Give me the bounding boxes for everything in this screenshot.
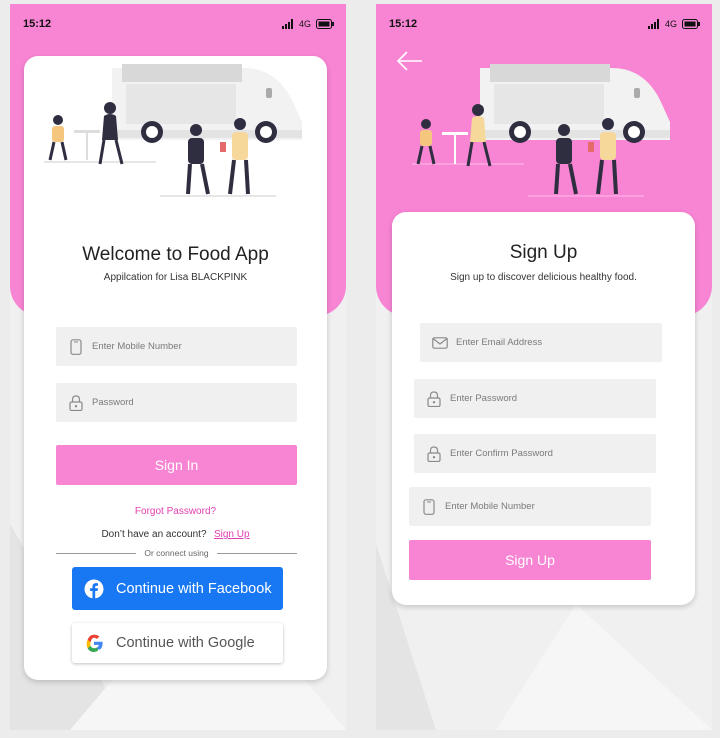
page-title: Welcome to Food App (82, 244, 269, 265)
signup-card: Sign Up Sign up to discover delicious he… (392, 212, 695, 605)
mobile-number-input[interactable] (92, 341, 282, 352)
battery-icon (682, 19, 700, 29)
password-field[interactable] (414, 379, 656, 418)
email-input[interactable] (456, 337, 646, 348)
signup-link[interactable]: Sign Up (214, 529, 250, 540)
status-time: 15:12 (23, 18, 52, 30)
signin-card: Welcome to Food App Appilcation for Lisa… (24, 56, 327, 680)
page-subtitle: Appilcation for Lisa BLACKPINK (103, 272, 248, 283)
signal-icon (281, 19, 293, 29)
facebook-button-label: Continue with Facebook (116, 580, 272, 597)
divider-line-right (216, 552, 298, 554)
google-icon (86, 634, 103, 652)
signup-prompt-row: Don’t have an account? Sign Up (24, 524, 327, 542)
google-login-button[interactable]: Continue with Google (72, 623, 283, 663)
lock-icon (426, 390, 442, 407)
page-subtitle: Sign up to discover delicious healthy fo… (450, 272, 637, 283)
page-title: Sign Up (509, 242, 578, 263)
facebook-icon (84, 579, 104, 598)
mobile-number-input[interactable] (445, 501, 635, 512)
lock-icon (426, 445, 442, 462)
forgot-password-row: Forgot Password? (24, 501, 327, 519)
status-bar: 15:12 4G (23, 16, 334, 32)
divider-line-left (56, 552, 137, 554)
signal-icon (647, 19, 659, 29)
confirm-password-field[interactable] (414, 434, 656, 473)
status-bar: 15:12 4G (389, 16, 700, 32)
status-time: 15:12 (389, 18, 418, 30)
mail-icon (432, 335, 448, 351)
confirm-password-input[interactable] (450, 448, 640, 459)
connect-divider: Or connect using (56, 547, 298, 559)
network-label: 4G (298, 19, 311, 29)
signup-button[interactable]: Sign Up (409, 540, 651, 580)
forgot-password-link[interactable]: Forgot Password? (135, 506, 216, 517)
lock-icon (68, 394, 84, 411)
phone-icon (68, 338, 84, 355)
signup-screen: 15:12 4G Sign Up Sign up to discover del… (376, 4, 712, 730)
password-input[interactable] (450, 393, 640, 404)
no-account-text: Don’t have an account? (101, 529, 207, 540)
mobile-number-field[interactable] (56, 327, 297, 366)
google-button-label: Continue with Google (116, 635, 255, 651)
network-label: 4G (664, 19, 677, 29)
food-truck-illustration (412, 64, 670, 197)
mobile-number-field[interactable] (409, 487, 651, 526)
password-input[interactable] (92, 397, 282, 408)
signin-button[interactable]: Sign In (56, 445, 297, 485)
password-field[interactable] (56, 383, 297, 422)
battery-icon (316, 19, 334, 29)
facebook-login-button[interactable]: Continue with Facebook (72, 567, 283, 610)
food-truck-illustration (44, 64, 302, 197)
signin-screen: 15:12 4G Welcome to Food App Appilcation… (10, 4, 346, 730)
connect-text: Or connect using (144, 548, 209, 558)
phone-icon (421, 498, 437, 515)
email-field[interactable] (420, 323, 662, 362)
